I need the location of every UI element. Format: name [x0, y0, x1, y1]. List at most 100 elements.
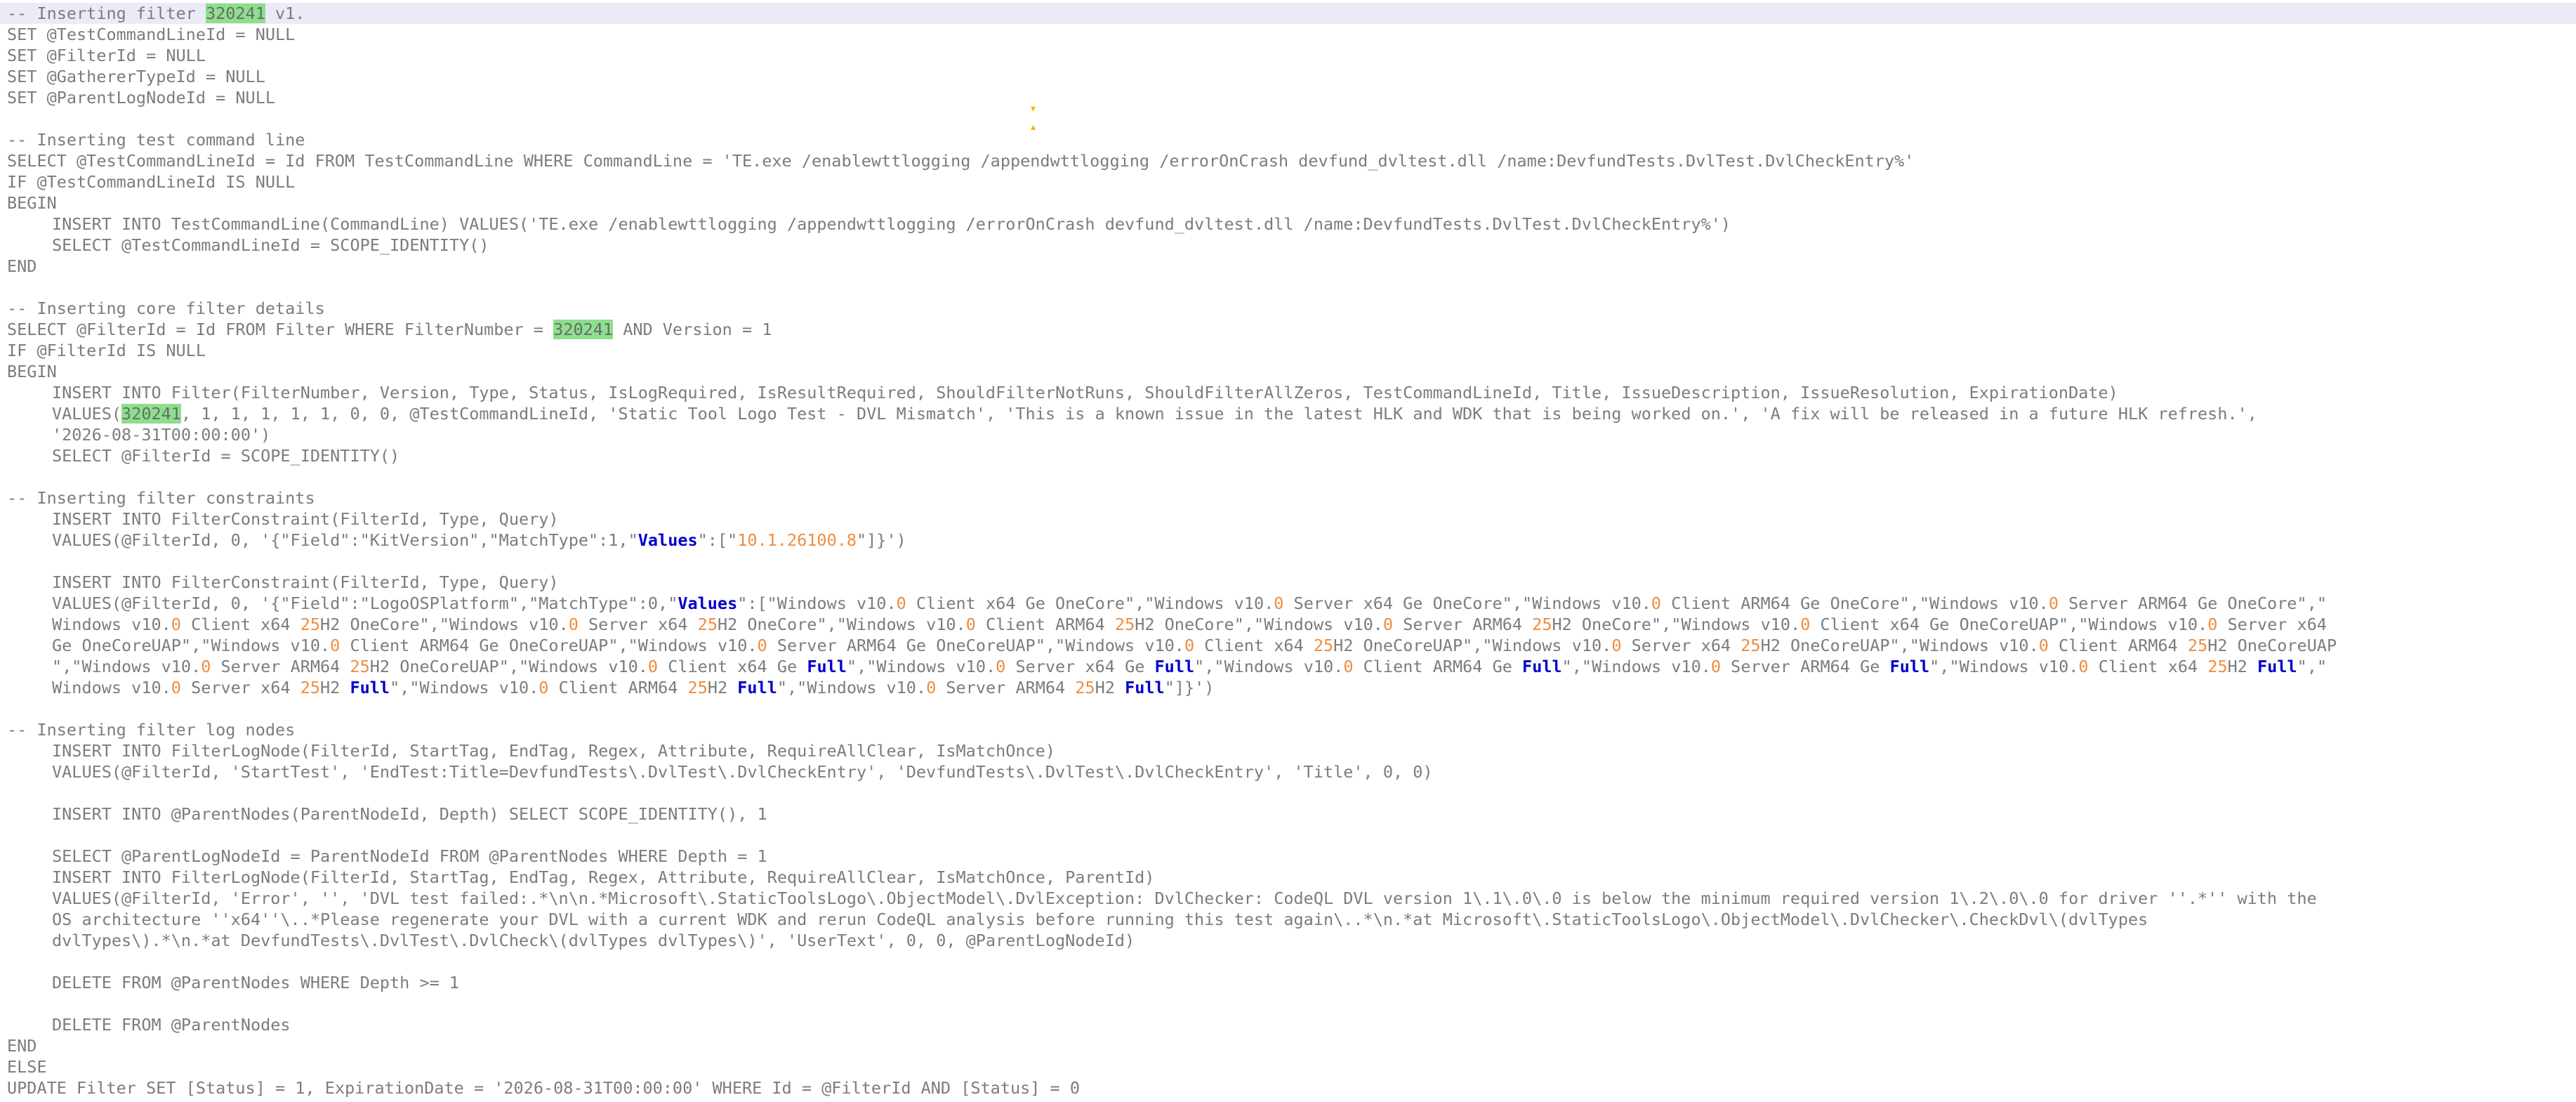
- number-token: 0: [1343, 657, 1354, 676]
- code-line[interactable]: OS architecture ''x64''\..*Please regene…: [7, 909, 2576, 930]
- caret-marker-icon: ▾ ▴: [1031, 104, 1036, 133]
- code-line[interactable]: DELETE FROM @ParentNodes: [7, 1014, 2576, 1035]
- code-line[interactable]: INSERT INTO TestCommandLine(CommandLine)…: [7, 214, 2576, 235]
- code-line[interactable]: SET @FilterId = NULL: [7, 45, 2576, 66]
- code-text: Server x64: [2217, 615, 2327, 634]
- code-line[interactable]: ​: [7, 466, 2576, 487]
- keyword-token: Full: [1889, 657, 1930, 676]
- code-line[interactable]: -- Inserting filter log nodes: [7, 719, 2576, 740]
- code-text: -- Inserting filter constraints: [7, 488, 315, 508]
- code-line[interactable]: IF @FilterId IS NULL: [7, 340, 2576, 361]
- code-line[interactable]: SELECT @TestCommandLineId = SCOPE_IDENTI…: [7, 235, 2576, 256]
- code-text: H2: [2227, 657, 2258, 676]
- code-line[interactable]: SELECT @FilterId = Id FROM Filter WHERE …: [7, 319, 2576, 340]
- code-line[interactable]: -- Inserting test command line: [7, 129, 2576, 150]
- code-line[interactable]: Windows v10.0 Client x64 25H2 OneCore","…: [7, 614, 2576, 635]
- number-token: 0: [996, 657, 1006, 676]
- code-text: H2 OneCore","Windows v10.: [1135, 615, 1383, 634]
- code-line[interactable]: Ge OneCoreUAP","Windows v10. 0 Client ARM…: [7, 635, 2576, 656]
- number-token: 0: [171, 678, 181, 697]
- code-line[interactable]: VALUES(@FilterId, 'Error', '', 'DVL test…: [7, 888, 2576, 909]
- code-line[interactable]: DELETE FROM @ParentNodes WHERE Depth >= …: [7, 972, 2576, 993]
- code-line[interactable]: VALUES(@FilterId, 0, '{"Field":"LogoOSPl…: [7, 593, 2576, 614]
- code-line[interactable]: dvlTypes\).*\n.*at DevfundTests\.DvlTest…: [7, 930, 2576, 951]
- code-text: -- Inserting filter log nodes: [7, 720, 296, 740]
- number-token: 25: [300, 615, 321, 634]
- number-token: 0: [896, 593, 906, 613]
- code-line[interactable]: INSERT INTO FilterConstraint(FilterId, T…: [7, 572, 2576, 593]
- code-text: DELETE FROM @ParentNodes WHERE Depth >= …: [52, 973, 460, 992]
- code-line[interactable]: '2026-08-31T00:00:00'): [7, 424, 2576, 445]
- keyword-token: Full: [350, 678, 390, 697]
- code-line[interactable]: BEGIN: [7, 192, 2576, 214]
- number-token: 25: [350, 657, 370, 676]
- code-text: Server ARM64 Ge OneCoreUAP","Windows v10…: [767, 636, 1184, 655]
- code-text: INSERT INTO FilterConstraint(FilterId, T…: [52, 509, 559, 529]
- code-line[interactable]: ","Windows v10.0 Server ARM64 25H2 OneCo…: [7, 656, 2576, 677]
- number-token: 0: [1611, 636, 1622, 655]
- code-line[interactable]: ​: [7, 108, 2576, 129]
- code-text: Ge OneCoreUAP","Windows v10.: [52, 636, 331, 655]
- code-line[interactable]: SET @TestCommandLineId = NULL: [7, 24, 2576, 45]
- code-line[interactable]: INSERT INTO FilterConstraint(FilterId, T…: [7, 509, 2576, 530]
- code-editor[interactable]: -- Inserting filter 320241 v1. SET @TestC…: [0, 3, 2576, 1102]
- code-text: Server x64 Ge: [1005, 657, 1155, 676]
- code-line[interactable]: INSERT INTO FilterLogNode(FilterId, Star…: [7, 867, 2576, 888]
- code-text: SELECT @FilterId = SCOPE_IDENTITY(): [52, 446, 400, 466]
- code-line[interactable]: END: [7, 1035, 2576, 1056]
- code-text: H2 OneCore","Windows v10.: [717, 615, 966, 634]
- code-line[interactable]: ​: [7, 951, 2576, 972]
- code-text: BEGIN: [7, 362, 57, 381]
- keyword-token: Full: [2257, 657, 2297, 676]
- number-token: 0: [1184, 636, 1195, 655]
- code-line[interactable]: VALUES(320241, 1, 1, 1, 1, 1, 0, 0, @Tes…: [7, 403, 2576, 424]
- code-text: v1.: [265, 4, 305, 23]
- code-line[interactable]: VALUES(@FilterId, 0, '{"Field":"KitVersi…: [7, 530, 2576, 551]
- code-text: ","Windows v10.: [1194, 657, 1344, 676]
- code-text: Server ARM64 Ge: [1721, 657, 1890, 676]
- code-line[interactable]: ​: [7, 993, 2576, 1014]
- code-line[interactable]: INSERT INTO @ParentNodes(ParentNodeId, D…: [7, 803, 2576, 825]
- code-text: , 1, 1, 1, 1, 1, 0, 0, @TestCommandLineI…: [180, 404, 2257, 424]
- code-line[interactable]: SET @ParentLogNodeId = NULL: [7, 87, 2576, 108]
- number-token: 25: [2207, 657, 2228, 676]
- code-line[interactable]: -- Inserting filter 320241 v1.: [0, 3, 2576, 24]
- code-line[interactable]: -- Inserting core filter details: [7, 298, 2576, 319]
- code-line[interactable]: UPDATE Filter SET [Status] = 1, Expirati…: [7, 1077, 2576, 1098]
- code-line[interactable]: SELECT @FilterId = SCOPE_IDENTITY(): [7, 445, 2576, 466]
- code-line[interactable]: ​: [7, 698, 2576, 719]
- code-line[interactable]: END: [7, 256, 2576, 277]
- code-text: -- Inserting filter: [7, 4, 206, 23]
- code-line[interactable]: ​: [7, 825, 2576, 846]
- code-line[interactable]: INSERT INTO FilterLogNode(FilterId, Star…: [7, 740, 2576, 761]
- code-line[interactable]: ​: [7, 551, 2576, 572]
- code-line[interactable]: ​: [7, 277, 2576, 298]
- code-text: SELECT @ParentLogNodeId = ParentNodeId F…: [52, 846, 767, 866]
- code-text: Windows v10.: [52, 678, 171, 697]
- code-line[interactable]: Windows v10.0 Server x64 25H2 Full","Win…: [7, 677, 2576, 698]
- number-token: 10.1.26100.8: [737, 530, 857, 550]
- code-text: ":["Windows v10.: [737, 593, 897, 613]
- code-line[interactable]: SELECT @ParentLogNodeId = ParentNodeId F…: [7, 846, 2576, 867]
- number-token: 0: [539, 678, 549, 697]
- code-line[interactable]: SET @GathererTypeId = NULL: [7, 66, 2576, 87]
- code-text: SELECT @TestCommandLineId = SCOPE_IDENTI…: [52, 235, 489, 255]
- number-token: 0: [1382, 615, 1394, 634]
- code-line[interactable]: -- Inserting filter constraints: [7, 487, 2576, 509]
- code-text: ":[": [697, 530, 738, 550]
- code-text: H2 OneCoreUAP","Windows v10.: [1333, 636, 1612, 655]
- code-text: VALUES(@FilterId, 0, '{"Field":"KitVersi…: [52, 530, 638, 550]
- code-line[interactable]: ELSE: [7, 1056, 2576, 1077]
- number-token: 0: [965, 615, 976, 634]
- code-line[interactable]: INSERT INTO Filter(FilterNumber, Version…: [7, 382, 2576, 403]
- code-line[interactable]: BEGIN: [7, 361, 2576, 382]
- number-token: 0: [1800, 615, 1811, 634]
- code-line[interactable]: ​: [7, 782, 2576, 803]
- code-line[interactable]: IF @TestCommandLineId IS NULL: [7, 171, 2576, 192]
- code-text: Client ARM64: [2048, 636, 2188, 655]
- number-token: 0: [757, 636, 767, 655]
- code-text: -- Inserting test command line: [7, 130, 305, 150]
- code-line[interactable]: SELECT @TestCommandLineId = Id FROM Test…: [7, 150, 2576, 171]
- code-text: Client x64 Ge OneCore","Windows v10.: [906, 593, 1274, 613]
- code-line[interactable]: VALUES(@FilterId, 'StartTest', 'EndTest:…: [7, 761, 2576, 782]
